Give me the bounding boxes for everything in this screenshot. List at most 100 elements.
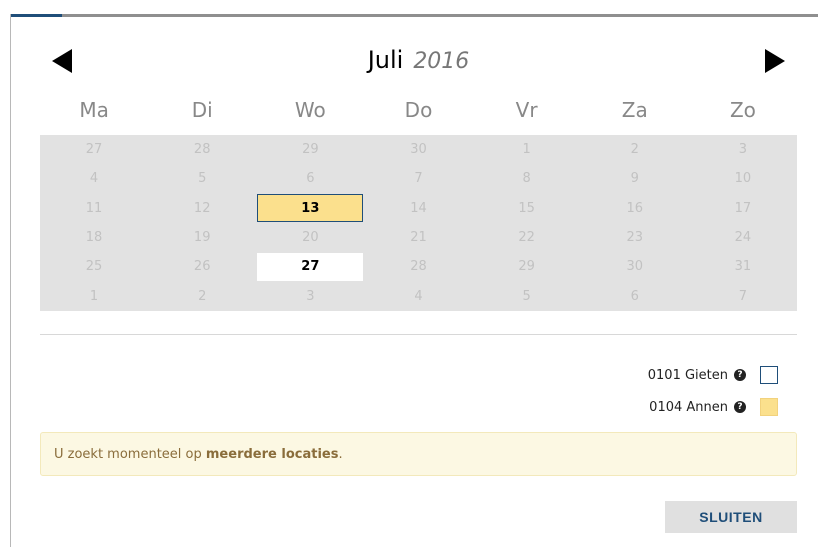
calendar-day[interactable]: 25 [40,252,148,281]
calendar-day[interactable]: 7 [364,164,472,193]
question-circle-icon[interactable]: ? [734,369,746,381]
calendar-day-label: 1 [89,288,99,304]
weekday-label: Wo [294,98,326,122]
legend-label: 0101 Gieten [647,367,728,383]
calendar-day-label: 4 [89,171,99,187]
next-month-icon[interactable] [765,49,785,73]
calendar-day[interactable]: 21 [364,223,472,252]
calendar-day-label: 25 [85,259,103,275]
calendar-day-label: 27 [257,252,364,281]
calendar-day[interactable]: 1 [40,281,148,310]
calendar-day-label: 4 [414,288,423,304]
calendar-day[interactable]: 11 [40,194,148,223]
calendar-day[interactable]: 24 [689,223,797,252]
calendar-day-label: 19 [193,230,211,246]
calendar-day[interactable]: 26 [148,252,256,281]
calendar-day[interactable]: 30 [364,135,472,164]
calendar-day-label: 30 [410,142,427,158]
calendar-day[interactable]: 18 [40,223,148,252]
legend-swatch [760,366,778,384]
calendar-day[interactable]: 6 [581,281,689,310]
calendar-day[interactable]: 5 [148,164,256,193]
calendar-day-label: 28 [193,142,211,158]
calendar-day[interactable]: 23 [581,223,689,252]
calendar-day-label: 2 [198,288,207,304]
calendar-day[interactable]: 22 [473,223,581,252]
legend-swatch [760,398,778,416]
calendar-day[interactable]: 27 [256,252,364,281]
question-circle-icon[interactable]: ? [734,401,746,413]
calendar-day-label: 26 [193,259,211,275]
calendar-day-label: 5 [198,171,207,187]
calendar-day-label: 7 [738,288,748,304]
calendar-day-label: 27 [85,142,103,158]
calendar-day[interactable]: 30 [581,252,689,281]
calendar-day[interactable]: 3 [256,281,364,310]
calendar-day[interactable]: 17 [689,194,797,223]
calendar-day[interactable]: 14 [364,194,472,223]
calendar-day[interactable]: 29 [256,135,364,164]
calendar-day[interactable]: 10 [689,164,797,193]
calendar-day-label: 29 [518,259,535,275]
notice-bold: meerdere locaties [205,446,339,462]
calendar-day-label: 3 [738,142,748,158]
weekday-header: Ma Di Wo Do Vr Za Zo [40,98,797,134]
calendar-week-row: 27 28 29 30 1 2 3 [40,135,797,164]
month-title: Juli 2016 [40,46,797,74]
year-label: 2016 [413,49,470,74]
calendar-day[interactable]: 3 [689,135,797,164]
calendar-day-label: 18 [85,230,103,246]
calendar-day[interactable]: 6 [256,164,364,193]
calendar-day[interactable]: 20 [256,223,364,252]
legend-label: 0104 Annen [649,399,728,415]
calendar-day-label: 7 [414,171,423,187]
calendar-day[interactable]: 29 [473,252,581,281]
calendar-day-label: 20 [302,230,319,246]
calendar-day[interactable]: 9 [581,164,689,193]
calendar-day-label: 1 [522,142,531,158]
calendar-day-label: 6 [306,171,315,187]
calendar-day[interactable]: 12 [148,194,256,223]
calendar-day[interactable]: 4 [40,164,148,193]
calendar-day-label: 28 [410,259,427,275]
top-bar [10,14,818,17]
calendar-day-label: 24 [734,230,752,246]
calendar-header: Juli 2016 [40,40,797,84]
calendar-day[interactable]: 2 [148,281,256,310]
calendar-day[interactable]: 16 [581,194,689,223]
calendar-day-label: 13 [257,194,364,223]
notice-suffix: . [338,446,343,462]
calendar-day[interactable]: 7 [689,281,797,310]
calendar-day[interactable]: 15 [473,194,581,223]
calendar-day-label: 30 [626,259,644,275]
calendar-day[interactable]: 8 [473,164,581,193]
calendar-day[interactable]: 27 [40,135,148,164]
divider [40,334,797,335]
calendar-day[interactable]: 4 [364,281,472,310]
calendar-day-label: 23 [626,230,644,246]
calendar-week-row: 4 5 6 7 8 9 10 [40,164,797,193]
calendar-day-label: 16 [626,200,644,216]
weekday-label: Za [621,98,648,122]
top-bar-accent [10,14,62,17]
calendar-week-row: 1 2 3 4 5 6 7 [40,281,797,310]
calendar-day[interactable]: 1 [473,135,581,164]
calendar-day[interactable]: 28 [148,135,256,164]
calendar-day-label: 3 [306,288,315,304]
calendar-day[interactable]: 2 [581,135,689,164]
calendar-day-label: 14 [410,200,427,216]
weekday-label: Ma [79,98,109,122]
calendar-day-label: 6 [630,288,639,304]
weekday-label: Vr [515,98,538,122]
calendar-day-label: 21 [410,230,427,246]
calendar-day[interactable]: 5 [473,281,581,310]
calendar-day[interactable]: 28 [364,252,472,281]
calendar-day[interactable]: 31 [689,252,797,281]
calendar-day-label: 31 [734,259,752,275]
weekday-label: Zo [729,98,756,122]
close-button[interactable]: SLUITEN [665,501,797,533]
calendar-day-label: 2 [630,142,639,158]
calendar-day-label: 5 [522,288,531,304]
calendar-day[interactable]: 19 [148,223,256,252]
calendar-day[interactable]: 13 [256,194,364,223]
